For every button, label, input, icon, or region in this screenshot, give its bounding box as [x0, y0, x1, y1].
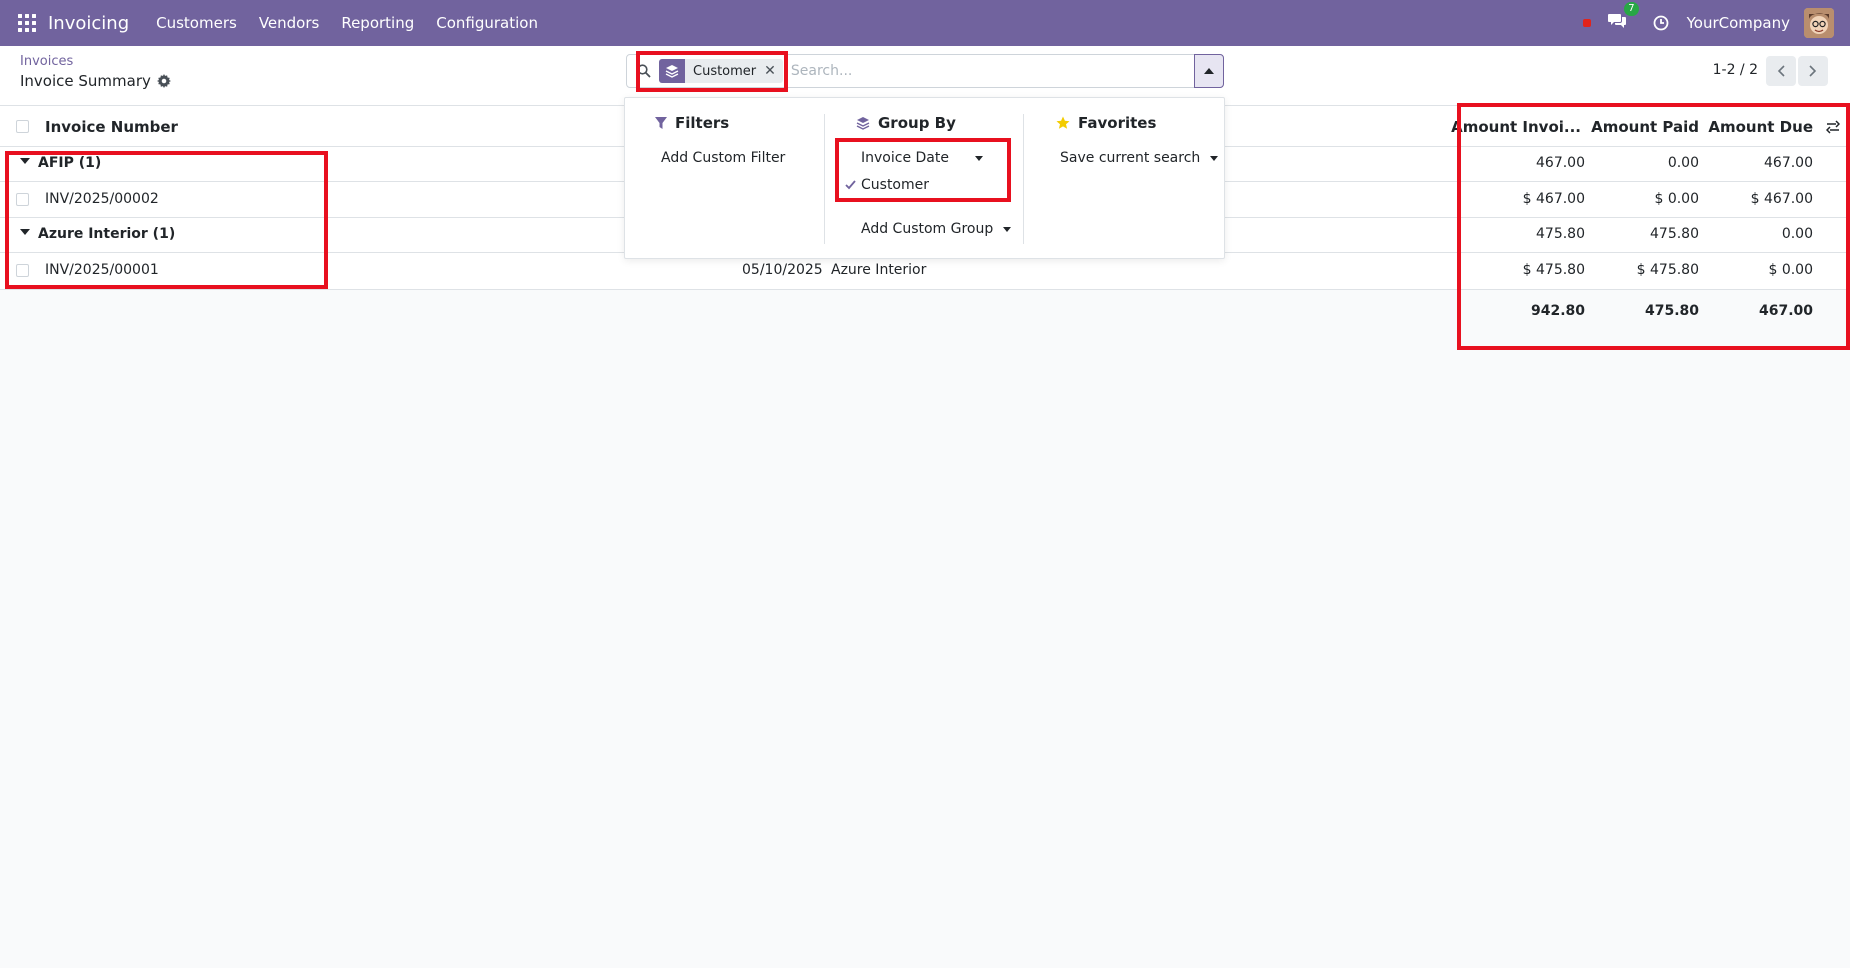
group-label: AFIP (1) [20, 155, 101, 171]
search-panel-dropdown: Filters Add Custom Filter Group By Invoi… [624, 97, 1225, 259]
group-by-title: Group By [878, 114, 956, 132]
apps-menu-icon[interactable] [18, 14, 36, 32]
favorites-title: Favorites [1078, 114, 1157, 132]
amount-invoiced: $ 467.00 [1522, 191, 1585, 207]
invoice-date: 05/10/2025 [742, 262, 823, 278]
groupby-option-customer[interactable]: Customer [845, 177, 929, 193]
column-header-invoice-number[interactable]: Invoice Number [45, 118, 178, 136]
column-divider [1023, 114, 1024, 244]
group-name: AFIP (1) [38, 155, 102, 171]
column-divider [824, 114, 825, 244]
chevron-right-icon [1809, 65, 1817, 77]
activity-clock-icon[interactable] [1653, 15, 1669, 31]
filters-column: Filters [655, 114, 729, 132]
menu-vendors[interactable]: Vendors [248, 14, 331, 32]
navbar-systray: 7 YourCompany [1582, 0, 1850, 46]
amount-paid: $ 475.80 [1636, 262, 1699, 278]
caret-down-icon [1210, 155, 1219, 161]
group-by-column: Group By [856, 114, 956, 132]
save-current-search-toggle[interactable]: Save current search [1060, 150, 1219, 166]
messaging-button[interactable]: 7 [1607, 2, 1639, 34]
menu-customers[interactable]: Customers [145, 14, 248, 32]
user-avatar[interactable] [1804, 8, 1834, 38]
star-icon [1056, 116, 1070, 129]
invoice-number: INV/2025/00002 [45, 191, 159, 207]
row-checkbox[interactable] [16, 193, 29, 206]
total-amount-due: 467.00 [1758, 303, 1813, 319]
totals-row: 942.80 475.80 467.00 [0, 294, 1850, 330]
save-current-search-label: Save current search [1060, 150, 1201, 166]
layers-icon [856, 117, 870, 130]
group-amount-invoiced: 467.00 [1536, 155, 1585, 171]
avatar-face-icon [1804, 8, 1834, 38]
breadcrumb: Invoice Summary [20, 72, 171, 90]
group-name: Azure Interior (1) [38, 226, 176, 242]
filters-title: Filters [675, 114, 730, 132]
optional-columns-toggle-icon[interactable] [1826, 120, 1840, 134]
total-amount-invoiced: 942.80 [1530, 303, 1585, 319]
chat-bubbles-icon [1607, 14, 1626, 28]
groupby-option-invoice-date[interactable]: Invoice Date [861, 150, 983, 166]
company-switcher[interactable]: YourCompany [1687, 14, 1790, 32]
invoice-customer: Azure Interior [831, 262, 927, 278]
pager-next-button[interactable] [1798, 56, 1828, 86]
chat-count-badge: 7 [1624, 2, 1639, 16]
group-amount-invoiced: 475.80 [1536, 226, 1585, 242]
facet-label: Customer [693, 63, 757, 79]
group-amount-paid: 475.80 [1650, 226, 1699, 242]
breadcrumb-invoices-link[interactable]: Invoices [20, 54, 73, 69]
caret-down-icon [975, 155, 983, 161]
caret-down-icon [20, 158, 30, 164]
check-icon [845, 180, 856, 190]
caret-down-icon [1003, 226, 1012, 232]
search-input[interactable] [790, 63, 1223, 79]
debug-indicator-icon[interactable] [1582, 19, 1591, 27]
group-by-heading: Group By [856, 114, 956, 132]
gear-icon[interactable] [156, 74, 171, 88]
amount-due: $ 0.00 [1768, 262, 1813, 278]
favorites-column: Favorites [1056, 114, 1156, 132]
group-amount-due: 467.00 [1764, 155, 1813, 171]
main-menu: Customers Vendors Reporting Configuratio… [145, 14, 549, 32]
amount-due: $ 467.00 [1750, 191, 1813, 207]
group-amount-due: 0.00 [1781, 226, 1813, 242]
add-custom-group-select[interactable]: Add Custom Group [861, 221, 1012, 237]
top-navbar: Invoicing Customers Vendors Reporting Co… [0, 0, 1850, 46]
select-all-checkbox[interactable] [16, 120, 29, 133]
chevron-left-icon [1777, 65, 1785, 77]
search-facet-groupby-customer: Customer ✕ [659, 59, 783, 83]
pager-value[interactable]: 1-2 / 2 [1713, 62, 1758, 78]
groupby-option-label: Invoice Date [861, 150, 949, 166]
filter-icon [655, 116, 667, 129]
caret-down-icon [20, 229, 30, 235]
row-checkbox[interactable] [16, 264, 29, 277]
menu-reporting[interactable]: Reporting [330, 14, 425, 32]
search-bar: Customer ✕ [626, 54, 1224, 88]
filters-heading: Filters [655, 114, 729, 132]
favorites-heading: Favorites [1056, 114, 1156, 132]
column-header-amount-invoiced[interactable]: Amount Invoi... [1451, 118, 1581, 136]
app-name[interactable]: Invoicing [48, 13, 129, 34]
add-custom-filter[interactable]: Add Custom Filter [661, 150, 785, 166]
add-custom-group-label: Add Custom Group [861, 221, 994, 237]
search-panel-toggle-button[interactable] [1194, 54, 1224, 88]
column-header-amount-paid[interactable]: Amount Paid [1589, 118, 1699, 136]
caret-up-icon [1204, 68, 1214, 74]
invoice-number: INV/2025/00001 [45, 262, 159, 278]
pager-previous-button[interactable] [1766, 56, 1796, 86]
total-amount-paid: 475.80 [1644, 303, 1699, 319]
groupby-option-label: Customer [861, 177, 930, 193]
page-title: Invoice Summary [20, 72, 151, 90]
group-amount-paid: 0.00 [1667, 155, 1699, 171]
search-icon [637, 64, 651, 78]
group-label: Azure Interior (1) [20, 226, 175, 242]
amount-paid: $ 0.00 [1654, 191, 1699, 207]
menu-configuration[interactable]: Configuration [425, 14, 549, 32]
layers-icon [659, 59, 685, 83]
amount-invoiced: $ 475.80 [1522, 262, 1585, 278]
column-header-amount-due[interactable]: Amount Due [1703, 118, 1813, 136]
facet-remove-button[interactable]: ✕ [764, 63, 783, 79]
